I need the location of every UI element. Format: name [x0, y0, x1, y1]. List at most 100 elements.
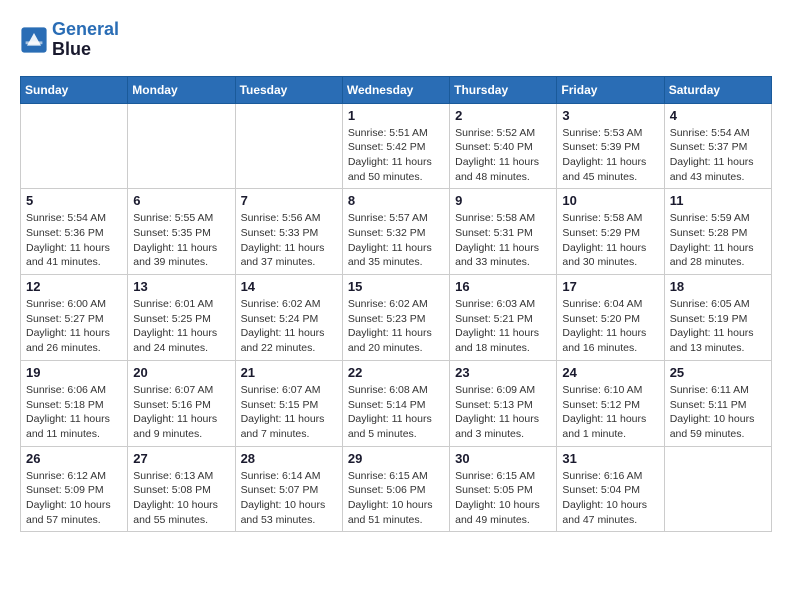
day-number: 14 [241, 279, 337, 294]
day-info: Sunrise: 6:15 AM Sunset: 5:06 PM Dayligh… [348, 469, 444, 528]
calendar-cell: 18 Sunrise: 6:05 AM Sunset: 5:19 PM Dayli… [664, 275, 771, 361]
day-info: Sunrise: 5:52 AM Sunset: 5:40 PM Dayligh… [455, 126, 551, 185]
calendar-week-row: 12 Sunrise: 6:00 AM Sunset: 5:27 PM Dayli… [21, 275, 772, 361]
logo: General Blue [20, 20, 119, 60]
day-info: Sunrise: 5:59 AM Sunset: 5:28 PM Dayligh… [670, 211, 766, 270]
page-header: General Blue [20, 20, 772, 60]
day-number: 18 [670, 279, 766, 294]
day-info: Sunrise: 6:05 AM Sunset: 5:19 PM Dayligh… [670, 297, 766, 356]
day-info: Sunrise: 6:07 AM Sunset: 5:16 PM Dayligh… [133, 383, 229, 442]
calendar-cell: 25 Sunrise: 6:11 AM Sunset: 5:11 PM Dayli… [664, 360, 771, 446]
calendar-cell: 29Sunrise: 6:15 AM Sunset: 5:06 PM Dayli… [342, 446, 449, 532]
day-info: Sunrise: 6:10 AM Sunset: 5:12 PM Dayligh… [562, 383, 658, 442]
calendar-cell: 22 Sunrise: 6:08 AM Sunset: 5:14 PM Dayli… [342, 360, 449, 446]
calendar-cell [664, 446, 771, 532]
day-number: 11 [670, 193, 766, 208]
calendar-cell: 27 Sunrise: 6:13 AM Sunset: 5:08 PM Dayli… [128, 446, 235, 532]
day-info: Sunrise: 5:56 AM Sunset: 5:33 PM Dayligh… [241, 211, 337, 270]
calendar-cell: 23 Sunrise: 6:09 AM Sunset: 5:13 PM Dayli… [450, 360, 557, 446]
day-info: Sunrise: 6:11 AM Sunset: 5:11 PM Dayligh… [670, 383, 766, 442]
day-of-week-header: Wednesday [342, 76, 449, 103]
day-info: Sunrise: 5:51 AM Sunset: 5:42 PM Dayligh… [348, 126, 444, 185]
day-of-week-header: Sunday [21, 76, 128, 103]
day-info: Sunrise: 6:08 AM Sunset: 5:14 PM Dayligh… [348, 383, 444, 442]
calendar-cell [128, 103, 235, 189]
day-info: Sunrise: 5:58 AM Sunset: 5:31 PM Dayligh… [455, 211, 551, 270]
calendar-cell: 5 Sunrise: 5:54 AM Sunset: 5:36 PM Daylig… [21, 189, 128, 275]
calendar-cell: 21Sunrise: 6:07 AM Sunset: 5:15 PM Dayli… [235, 360, 342, 446]
day-number: 8 [348, 193, 444, 208]
calendar-cell: 12 Sunrise: 6:00 AM Sunset: 5:27 PM Dayli… [21, 275, 128, 361]
day-number: 1 [348, 108, 444, 123]
day-number: 12 [26, 279, 122, 294]
day-of-week-header: Monday [128, 76, 235, 103]
day-number: 30 [455, 451, 551, 466]
day-number: 15 [348, 279, 444, 294]
day-number: 7 [241, 193, 337, 208]
day-number: 25 [670, 365, 766, 380]
calendar-cell: 19 Sunrise: 6:06 AM Sunset: 5:18 PM Dayli… [21, 360, 128, 446]
calendar-cell: 26 Sunrise: 6:12 AM Sunset: 5:09 PM Dayli… [21, 446, 128, 532]
day-of-week-header: Friday [557, 76, 664, 103]
calendar-cell: 31 Sunrise: 6:16 AM Sunset: 5:04 PM Dayli… [557, 446, 664, 532]
day-number: 9 [455, 193, 551, 208]
logo-text: General Blue [52, 20, 119, 60]
day-number: 4 [670, 108, 766, 123]
day-number: 13 [133, 279, 229, 294]
calendar-cell: 4 Sunrise: 5:54 AM Sunset: 5:37 PM Daylig… [664, 103, 771, 189]
calendar-cell: 1 Sunrise: 5:51 AM Sunset: 5:42 PM Daylig… [342, 103, 449, 189]
day-number: 6 [133, 193, 229, 208]
day-number: 3 [562, 108, 658, 123]
calendar-cell: 10Sunrise: 5:58 AM Sunset: 5:29 PM Dayli… [557, 189, 664, 275]
calendar-cell: 16 Sunrise: 6:03 AM Sunset: 5:21 PM Dayli… [450, 275, 557, 361]
day-info: Sunrise: 6:01 AM Sunset: 5:25 PM Dayligh… [133, 297, 229, 356]
day-number: 31 [562, 451, 658, 466]
calendar-cell [235, 103, 342, 189]
day-info: Sunrise: 6:16 AM Sunset: 5:04 PM Dayligh… [562, 469, 658, 528]
calendar-cell: 11 Sunrise: 5:59 AM Sunset: 5:28 PM Dayli… [664, 189, 771, 275]
day-info: Sunrise: 5:53 AM Sunset: 5:39 PM Dayligh… [562, 126, 658, 185]
day-number: 19 [26, 365, 122, 380]
calendar-cell: 9 Sunrise: 5:58 AM Sunset: 5:31 PM Daylig… [450, 189, 557, 275]
day-number: 21 [241, 365, 337, 380]
day-info: Sunrise: 6:02 AM Sunset: 5:24 PM Dayligh… [241, 297, 337, 356]
day-info: Sunrise: 6:09 AM Sunset: 5:13 PM Dayligh… [455, 383, 551, 442]
day-info: Sunrise: 5:54 AM Sunset: 5:36 PM Dayligh… [26, 211, 122, 270]
day-info: Sunrise: 6:14 AM Sunset: 5:07 PM Dayligh… [241, 469, 337, 528]
day-number: 27 [133, 451, 229, 466]
calendar-header-row: SundayMondayTuesdayWednesdayThursdayFrid… [21, 76, 772, 103]
day-of-week-header: Thursday [450, 76, 557, 103]
day-number: 5 [26, 193, 122, 208]
day-number: 26 [26, 451, 122, 466]
day-number: 16 [455, 279, 551, 294]
day-number: 2 [455, 108, 551, 123]
calendar-week-row: 26 Sunrise: 6:12 AM Sunset: 5:09 PM Dayli… [21, 446, 772, 532]
day-number: 28 [241, 451, 337, 466]
day-info: Sunrise: 6:06 AM Sunset: 5:18 PM Dayligh… [26, 383, 122, 442]
day-info: Sunrise: 5:57 AM Sunset: 5:32 PM Dayligh… [348, 211, 444, 270]
day-of-week-header: Tuesday [235, 76, 342, 103]
calendar-cell: 8 Sunrise: 5:57 AM Sunset: 5:32 PM Daylig… [342, 189, 449, 275]
day-info: Sunrise: 6:12 AM Sunset: 5:09 PM Dayligh… [26, 469, 122, 528]
calendar-cell: 24Sunrise: 6:10 AM Sunset: 5:12 PM Dayli… [557, 360, 664, 446]
day-number: 17 [562, 279, 658, 294]
day-info: Sunrise: 6:13 AM Sunset: 5:08 PM Dayligh… [133, 469, 229, 528]
calendar-cell: 30Sunrise: 6:15 AM Sunset: 5:05 PM Dayli… [450, 446, 557, 532]
calendar-cell [21, 103, 128, 189]
calendar-table: SundayMondayTuesdayWednesdayThursdayFrid… [20, 76, 772, 533]
calendar-cell: 7 Sunrise: 5:56 AM Sunset: 5:33 PM Daylig… [235, 189, 342, 275]
day-info: Sunrise: 6:00 AM Sunset: 5:27 PM Dayligh… [26, 297, 122, 356]
logo-icon [20, 26, 48, 54]
day-info: Sunrise: 6:03 AM Sunset: 5:21 PM Dayligh… [455, 297, 551, 356]
day-number: 22 [348, 365, 444, 380]
day-number: 23 [455, 365, 551, 380]
day-info: Sunrise: 5:58 AM Sunset: 5:29 PM Dayligh… [562, 211, 658, 270]
day-info: Sunrise: 5:55 AM Sunset: 5:35 PM Dayligh… [133, 211, 229, 270]
day-info: Sunrise: 5:54 AM Sunset: 5:37 PM Dayligh… [670, 126, 766, 185]
calendar-cell: 14 Sunrise: 6:02 AM Sunset: 5:24 PM Dayli… [235, 275, 342, 361]
calendar-cell: 13 Sunrise: 6:01 AM Sunset: 5:25 PM Dayli… [128, 275, 235, 361]
day-info: Sunrise: 6:04 AM Sunset: 5:20 PM Dayligh… [562, 297, 658, 356]
calendar-cell: 20Sunrise: 6:07 AM Sunset: 5:16 PM Dayli… [128, 360, 235, 446]
calendar-cell: 6 Sunrise: 5:55 AM Sunset: 5:35 PM Daylig… [128, 189, 235, 275]
calendar-cell: 15Sunrise: 6:02 AM Sunset: 5:23 PM Dayli… [342, 275, 449, 361]
